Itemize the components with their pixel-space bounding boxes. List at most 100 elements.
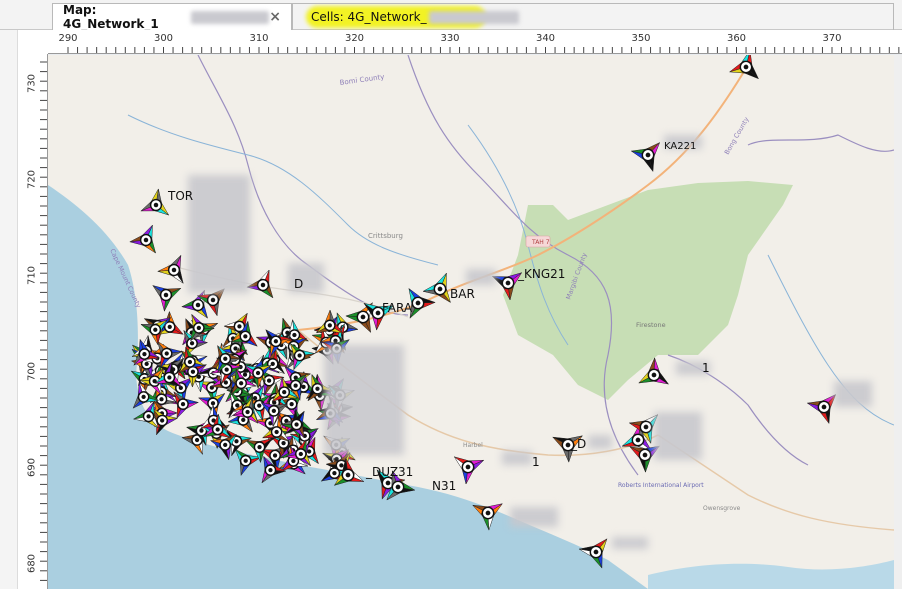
site-center	[196, 325, 201, 331]
site-label: _D	[571, 437, 587, 451]
site-center	[266, 378, 272, 383]
ruler-y-label: 690	[26, 457, 38, 478]
site-center	[163, 292, 169, 298]
site-center	[189, 341, 195, 346]
site-center	[239, 381, 244, 386]
site-center	[298, 451, 303, 457]
ruler-x-label: 340	[535, 33, 556, 44]
site-center	[593, 549, 599, 555]
site-center	[437, 286, 443, 292]
site-center	[171, 267, 177, 273]
ruler-x-label: 290	[58, 33, 78, 44]
site-center	[289, 401, 294, 407]
redacted-label	[324, 345, 404, 455]
vertical-scrollbar[interactable]	[894, 55, 902, 589]
site-center	[160, 418, 165, 423]
site-center	[333, 338, 338, 343]
site-center	[180, 402, 186, 407]
ruler-x-label: 310	[249, 33, 269, 44]
ruler-y-label: 680	[26, 553, 38, 574]
site-center	[485, 510, 491, 516]
site-center	[332, 471, 337, 476]
site-center	[292, 332, 297, 338]
site-center	[167, 324, 172, 330]
site-center	[144, 361, 149, 367]
site-label: N31	[432, 479, 457, 493]
ruler-x-label: 320	[344, 33, 365, 44]
tab-cells[interactable]: Cells: 4G_Network_	[292, 3, 894, 30]
place-label-town: Crittsburg	[368, 232, 403, 240]
redacted-label	[466, 269, 496, 285]
site-center	[821, 404, 827, 410]
site-center	[167, 375, 172, 380]
site-center	[260, 282, 266, 288]
ruler-top: 290 300 310 320 330 340 350 360 370	[48, 30, 902, 54]
site-center	[505, 280, 511, 286]
site-center	[210, 297, 216, 303]
ruler-x-label: 330	[440, 33, 460, 44]
map-canvas[interactable]: Bomi County Cape Mount County Crittsburg…	[48, 55, 894, 589]
site-center	[224, 367, 229, 372]
site-center	[274, 429, 279, 435]
redacted-label	[588, 435, 612, 449]
site-center	[237, 324, 242, 329]
site-center	[294, 422, 299, 427]
ruler-y-label: 730	[26, 73, 38, 94]
site-center	[642, 452, 648, 458]
site-label: _KNG21	[518, 267, 566, 281]
site-center	[141, 394, 146, 400]
ruler-y-label: 720	[26, 169, 38, 190]
site-center	[281, 440, 286, 446]
site-center	[282, 390, 287, 395]
site-center	[651, 372, 657, 378]
site-center	[194, 437, 200, 443]
site-center	[142, 351, 147, 357]
site-label: BAR	[450, 287, 475, 301]
site-center	[643, 424, 649, 430]
redacted-label	[834, 381, 872, 407]
site-center	[291, 458, 296, 464]
redacted-label	[654, 412, 702, 460]
close-icon[interactable]: ×	[269, 9, 281, 25]
site-center	[255, 370, 261, 376]
site-center	[272, 453, 278, 458]
redacted-name	[191, 10, 270, 24]
site-center	[153, 202, 159, 208]
ruler-corner	[18, 30, 48, 54]
ruler-x-label: 360	[726, 33, 747, 44]
site-center	[210, 401, 216, 406]
tab-cells-label: Cells: 4G_Network_	[311, 10, 427, 24]
ruler-left-ticks	[40, 61, 47, 581]
site-center	[143, 237, 149, 243]
site-center	[565, 442, 571, 448]
site-center	[293, 383, 298, 388]
site-center	[199, 428, 204, 433]
site-center	[257, 444, 262, 450]
left-gutter	[0, 30, 18, 589]
tab-map[interactable]: Map: 4G_Network_1 ×	[52, 3, 292, 31]
ruler-x-label: 350	[631, 33, 651, 44]
site-center	[297, 353, 302, 358]
site-label: D	[294, 277, 304, 291]
site-center	[252, 395, 258, 401]
site-center	[243, 334, 248, 339]
ruler-top-ticks	[67, 47, 900, 53]
site-center	[743, 64, 749, 70]
site-center	[268, 467, 273, 473]
site-center	[465, 464, 471, 470]
site-center	[195, 302, 201, 308]
site-center	[233, 346, 238, 351]
place-label-firestone: Firestone	[636, 321, 666, 329]
ruler-y-label: 710	[26, 265, 38, 286]
site-center	[271, 408, 276, 413]
route-shield-label: TAH 7	[531, 239, 550, 246]
site-center	[243, 458, 248, 463]
redacted-label	[188, 175, 250, 293]
ruler-y-label: 700	[26, 361, 38, 382]
ruler-x-label: 370	[822, 33, 842, 44]
site-center	[159, 397, 164, 402]
map-svg[interactable]: Bomi County Cape Mount County Crittsburg…	[48, 55, 894, 589]
site-center	[385, 480, 391, 486]
site-center	[223, 442, 228, 448]
site-label: _DUZ31	[366, 465, 414, 479]
